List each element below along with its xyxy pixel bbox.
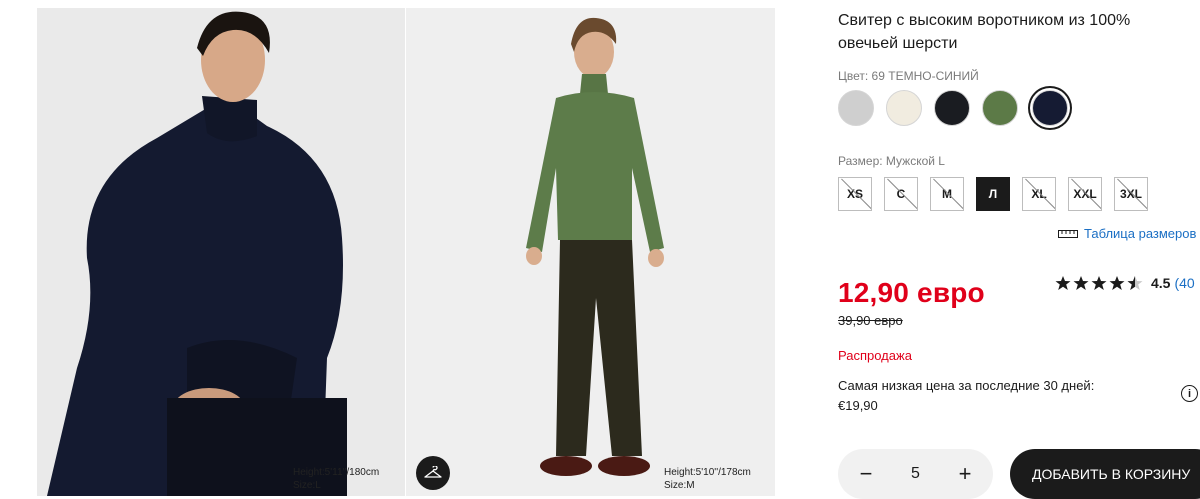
- color-swatches: [838, 90, 1068, 126]
- photo-2-height-caption: Height:5'10''/178cm: [664, 467, 751, 478]
- try-on-button[interactable]: [416, 456, 450, 490]
- color-swatch-navy[interactable]: [1032, 90, 1068, 126]
- sale-badge: Распродажа: [838, 348, 912, 363]
- quantity-value[interactable]: 5: [911, 465, 920, 483]
- hanger-icon: [424, 466, 442, 478]
- lowest-price-note: Самая низкая цена за последние 30 дней: …: [838, 376, 1138, 416]
- size-option-3xl[interactable]: 3XL: [1114, 177, 1148, 211]
- color-swatch-gray[interactable]: [838, 90, 874, 126]
- quantity-increase-button[interactable]: +: [955, 461, 975, 487]
- size-option-s[interactable]: С: [884, 177, 918, 211]
- original-price: 39,90 евро: [838, 313, 903, 328]
- size-options: XS С M Л XL XXL 3XL: [838, 177, 1148, 211]
- ruler-icon: [1058, 229, 1078, 238]
- photo-1-height-caption: Height:5'11''/180cm: [293, 467, 380, 478]
- model-olive-sweater-image: [406, 8, 775, 496]
- size-option-xs[interactable]: XS: [838, 177, 872, 211]
- rating-count[interactable]: (40: [1174, 275, 1194, 291]
- size-option-l[interactable]: Л: [976, 177, 1010, 211]
- size-table-label: Таблица размеров: [1084, 226, 1197, 241]
- quantity-stepper: − 5 +: [838, 449, 993, 499]
- color-swatch-off-white[interactable]: [886, 90, 922, 126]
- rating-stars: [1055, 275, 1143, 291]
- product-title: Свитер с высоким воротником из 100% овеч…: [838, 12, 1131, 52]
- product-photo-2[interactable]: Height:5'10''/178cm Size:M: [406, 8, 775, 496]
- quantity-decrease-button[interactable]: −: [856, 461, 876, 487]
- photo-1-size-caption: Size:L: [293, 480, 321, 491]
- color-swatch-black[interactable]: [934, 90, 970, 126]
- info-icon[interactable]: i: [1181, 385, 1198, 402]
- add-to-cart-button[interactable]: ДОБАВИТЬ В КОРЗИНУ: [1010, 449, 1200, 499]
- color-label: Цвет: 69 ТЕМНО-СИНИЙ: [838, 69, 979, 83]
- size-label: Размер: Мужской L: [838, 154, 945, 168]
- lowest-price-value: €19,90: [838, 398, 878, 413]
- photo-2-size-caption: Size:M: [664, 480, 695, 491]
- current-price: 12,90 евро: [838, 277, 985, 308]
- size-option-xl[interactable]: XL: [1022, 177, 1056, 211]
- product-rating[interactable]: 4.5 (40: [1055, 275, 1195, 291]
- size-option-m[interactable]: M: [930, 177, 964, 211]
- star-icons: [1055, 276, 1143, 290]
- rating-value: 4.5: [1151, 275, 1171, 291]
- size-option-xxl[interactable]: XXL: [1068, 177, 1102, 211]
- lowest-price-text: Самая низкая цена за последние 30 дней:: [838, 378, 1095, 393]
- product-photo-1[interactable]: Height:5'11''/180cm Size:L: [37, 8, 405, 496]
- size-table-link[interactable]: Таблица размеров: [1058, 226, 1196, 241]
- color-swatch-olive[interactable]: [982, 90, 1018, 126]
- model-navy-sweater-image: [37, 8, 405, 496]
